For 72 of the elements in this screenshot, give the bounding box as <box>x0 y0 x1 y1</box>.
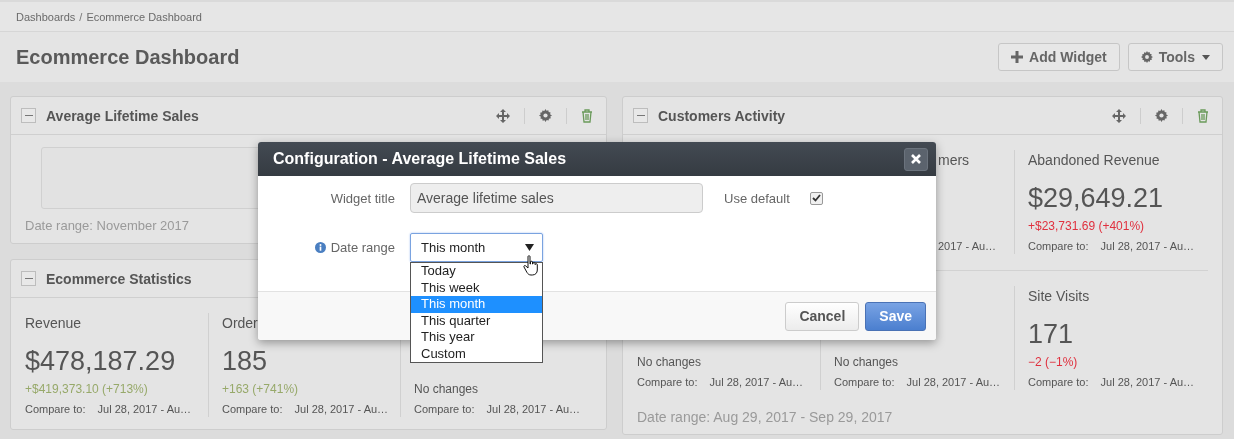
dropdown-option[interactable]: Custom <box>411 345 542 362</box>
checkbox-label: Use default <box>724 190 790 206</box>
compare-label: Compare to: <box>1028 376 1089 388</box>
compare-label: Compare to: <box>834 376 895 388</box>
field-label: Date range <box>330 240 395 255</box>
collapse-button[interactable] <box>633 108 648 123</box>
check-icon <box>811 194 821 202</box>
trash-icon[interactable] <box>581 108 593 123</box>
move-icon[interactable] <box>1112 108 1126 123</box>
widget-title: Average Lifetime Sales <box>46 107 199 124</box>
close-button[interactable] <box>904 147 928 171</box>
minus-icon <box>24 115 33 116</box>
dropdown-arrow-icon <box>525 244 534 251</box>
compare-label: Compare to: <box>637 376 698 388</box>
change-text: +$23,731.69 (+401%) <box>1028 218 1145 234</box>
field-label: Widget title <box>330 190 395 206</box>
change-text: No changes <box>414 381 479 397</box>
breadcrumb-separator: / <box>79 10 83 23</box>
plus-icon <box>1011 51 1024 63</box>
settings-icon[interactable] <box>1155 109 1168 122</box>
change-text: +$419,373.10 (+713%) <box>25 381 148 397</box>
breadcrumb-link[interactable]: Ecommerce Dashboard <box>86 10 202 23</box>
page-title: Ecommerce Dashboard <box>16 45 240 69</box>
compare-value: Jul 28, 2017 - Au… <box>709 376 804 388</box>
close-icon <box>911 154 921 164</box>
move-icon[interactable] <box>496 108 510 123</box>
stat-value: $478,187.29 <box>25 345 176 378</box>
stat-value: $29,649.21 <box>1028 182 1164 215</box>
trash-icon[interactable] <box>1197 108 1209 123</box>
settings-icon[interactable] <box>539 109 552 122</box>
minus-icon <box>636 115 645 116</box>
compare-label: Compare to: <box>414 403 475 415</box>
add-widget-button[interactable]: Add Widget <box>998 43 1120 71</box>
stat-label: Abandoned Revenue <box>1028 152 1160 168</box>
compare-value: Jul 28, 2017 - Au… <box>294 403 389 415</box>
change-text: +163 (+741%) <box>222 381 299 397</box>
cancel-button[interactable]: Cancel <box>785 301 860 331</box>
widget-title: Customers Activity <box>658 107 786 124</box>
compare-label: Compare to: <box>222 403 283 415</box>
compare-value: Jul 28, 2017 - Au… <box>486 403 581 415</box>
stat-label: Order <box>222 315 258 331</box>
widget-title: Ecommerce Statistics <box>46 270 192 287</box>
change-text: No changes <box>834 354 899 370</box>
stat-label: Site Visits <box>1028 288 1090 304</box>
date-range-text: Date range: Aug 29, 2017 - Sep 29, 2017 <box>637 408 894 426</box>
stat-value: 185 <box>222 345 268 378</box>
dropdown-option[interactable]: This quarter <box>411 312 542 329</box>
caret-icon <box>1202 54 1210 60</box>
breadcrumb-link[interactable]: Dashboards <box>16 10 76 23</box>
change-text: −2 (−1%) <box>1028 354 1078 370</box>
stat-value: 171 <box>1028 318 1074 351</box>
date-range-select[interactable]: This month <box>410 233 543 262</box>
compare-value: Jul 28, 2017 - Au… <box>97 403 192 415</box>
settings-icon <box>1140 51 1153 63</box>
collapse-button[interactable] <box>21 108 36 123</box>
dropdown-option[interactable]: This week <box>411 279 542 296</box>
dropdown-option[interactable]: Today <box>411 263 542 280</box>
compare-value: Jul 28, 2017 - Au… <box>906 376 1001 388</box>
compare-label: Compare to: <box>25 403 86 415</box>
compare-value: Jul 28, 2017 - Au… <box>1100 376 1195 388</box>
change-text: No changes <box>637 354 702 370</box>
stat-label: Revenue <box>25 315 82 331</box>
compare-value: 2017 - Au… <box>938 240 997 252</box>
minus-icon <box>24 278 33 279</box>
date-range-text: Date range: November 2017 <box>25 217 191 235</box>
collapse-button[interactable] <box>21 271 36 286</box>
compare-value: Jul 28, 2017 - Au… <box>1100 240 1195 252</box>
compare-label: Compare to: <box>1028 240 1089 252</box>
tools-button[interactable]: Tools <box>1127 43 1223 71</box>
dropdown-option[interactable]: This year <box>411 329 542 346</box>
dialog-title: Configuration - Average Lifetime Sales <box>273 150 567 168</box>
stat-label: mers <box>938 152 970 168</box>
